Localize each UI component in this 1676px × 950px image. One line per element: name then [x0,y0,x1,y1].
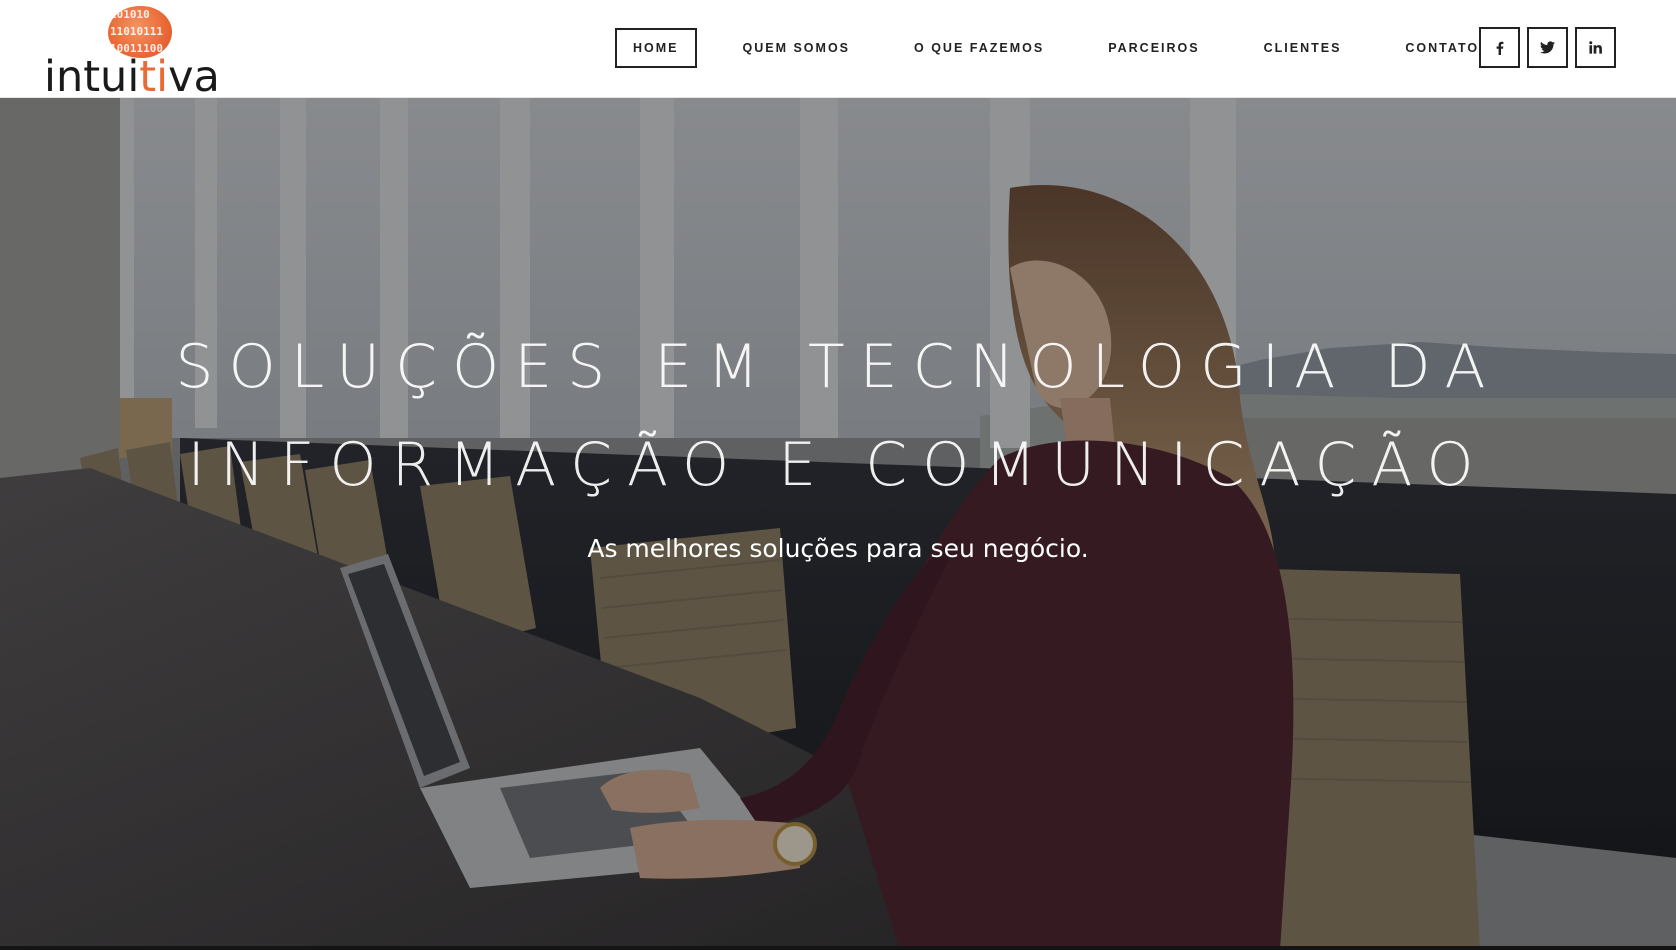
nav-quem-somos[interactable]: QUEM SOMOS [725,28,869,68]
nav-o-que-fazemos[interactable]: O QUE FAZEMOS [896,28,1062,68]
social-links [1479,27,1616,68]
twitter-icon [1540,41,1555,54]
linkedin-icon [1589,41,1602,54]
logo[interactable]: 101010 11010111 10011100 intuitiva [44,4,244,100]
logo-accent: ti [139,52,169,102]
hero-title-line-2: INFORMAÇÃO E COMUNICAÇÃO [187,430,1489,500]
hero-title-line-1: SOLUÇÕES EM TECNOLOGIA DA [175,332,1501,402]
nav-parceiros[interactable]: PARCEIROS [1090,28,1217,68]
logo-prefix: intui [44,52,140,102]
hero-subtitle: As melhores soluções para seu negócio. [587,534,1089,563]
logo-suffix: va [168,52,220,102]
facebook-icon [1496,41,1503,55]
logo-blob-icon: 101010 11010111 10011100 [108,6,172,58]
hero-section: SOLUÇÕES EM TECNOLOGIA DA INFORMAÇÃO E C… [0,98,1676,950]
hero-dark-overlay [0,98,1676,950]
nav-clientes[interactable]: CLIENTES [1246,28,1360,68]
linkedin-button[interactable] [1575,27,1616,68]
twitter-button[interactable] [1527,27,1568,68]
hero-bottom-edge [0,946,1676,950]
hero-title: SOLUÇÕES EM TECNOLOGIA DA INFORMAÇÃO E C… [0,318,1676,514]
facebook-button[interactable] [1479,27,1520,68]
nav-home[interactable]: HOME [615,28,697,68]
logo-wordmark: intuitiva [44,54,220,100]
logo-binary-text: 101010 11010111 10011100 [110,8,163,55]
main-nav: HOME QUEM SOMOS O QUE FAZEMOS PARCEIROS … [615,28,1497,68]
site-header: 101010 11010111 10011100 intuitiva HOME … [0,0,1676,100]
